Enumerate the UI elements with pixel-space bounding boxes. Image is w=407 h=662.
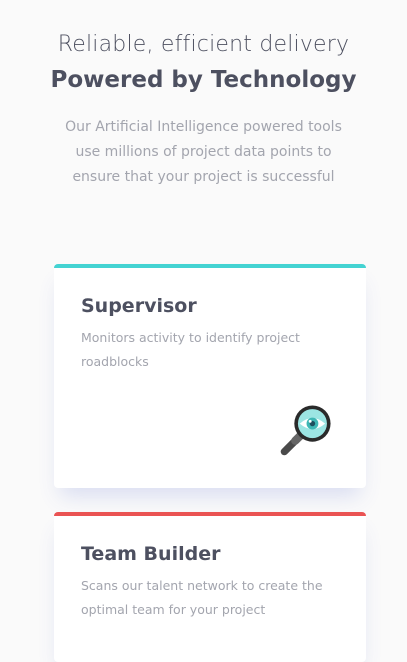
- magnifying-glass-eye-icon: [280, 405, 331, 456]
- card-title: Supervisor: [81, 295, 197, 317]
- card-title: Team Builder: [81, 543, 221, 565]
- card-description: Scans our talent network to create the o…: [81, 578, 323, 617]
- hero-subtitle: Reliable, efficient delivery: [57, 32, 350, 57]
- hero-description: Our Artificial Intelligence powered tool…: [65, 119, 342, 185]
- hero-title: Powered by Technology: [50, 67, 357, 93]
- card-description: Monitors activity to identify project ro…: [81, 330, 300, 369]
- supervisor-card: Supervisor Monitors activity to identify…: [54, 264, 366, 488]
- hero-section: Reliable, efficient delivery Powered by …: [0, 0, 407, 190]
